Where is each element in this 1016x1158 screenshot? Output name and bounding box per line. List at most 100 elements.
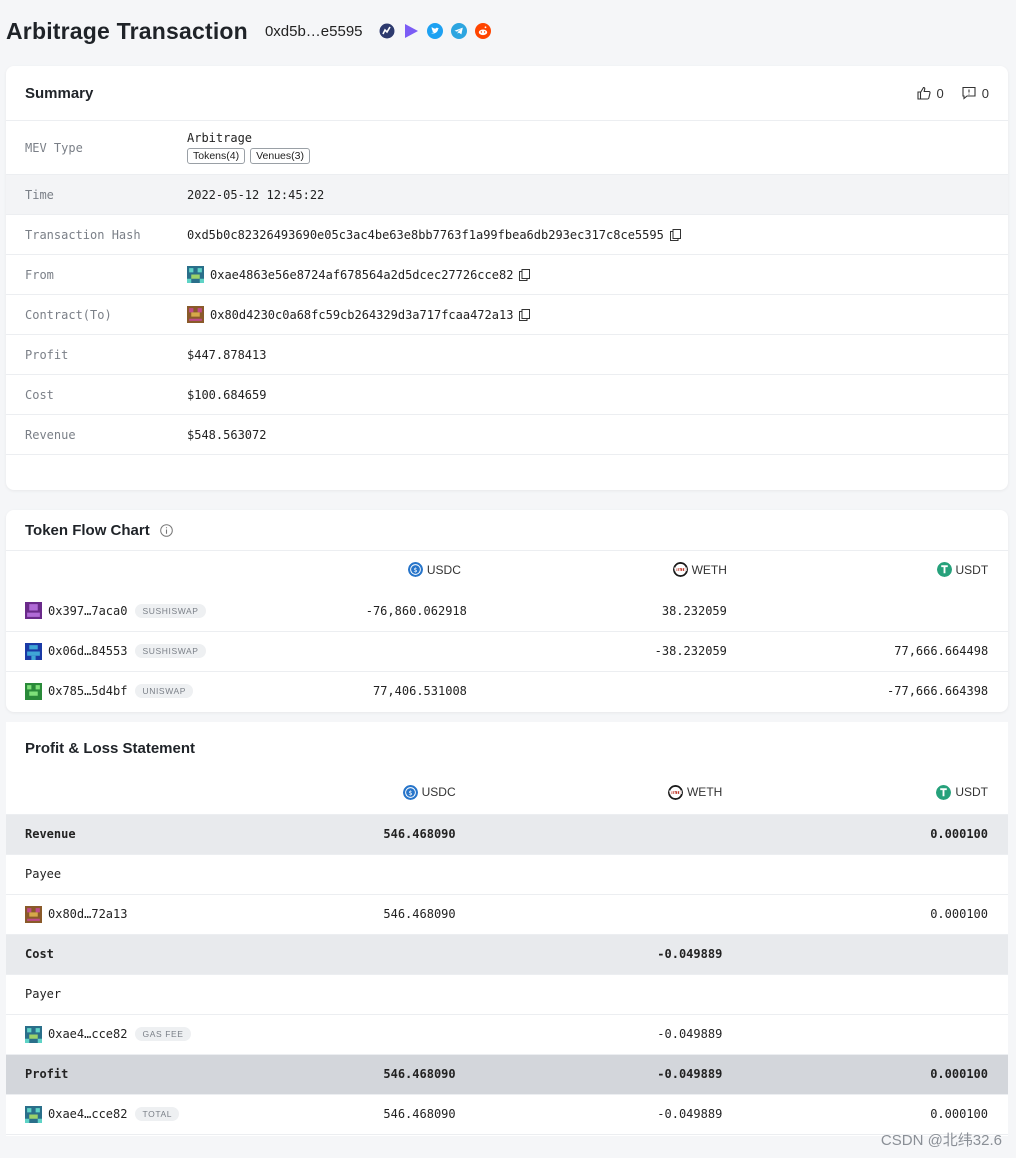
- weth-value: [467, 671, 727, 711]
- pool-address[interactable]: 0x397…7aca0: [48, 604, 127, 618]
- thumbs-up-icon: [916, 86, 931, 100]
- contract-row: Contract(To) 0x80d4230c0a68fc59cb264329d…: [6, 295, 1008, 335]
- token-flow-header: Token Flow Chart: [6, 510, 1008, 551]
- revenue-row: Revenue $548.563072: [6, 415, 1008, 455]
- info-icon[interactable]: [159, 523, 173, 537]
- reaction-counters: 0 0: [916, 85, 989, 101]
- hash-label: Transaction Hash: [25, 227, 141, 242]
- payer-label: Payer: [6, 974, 226, 1015]
- page-header: Arbitrage Transaction 0xd5b…e5595: [6, 14, 491, 48]
- total-avatar: [25, 1105, 42, 1123]
- profit-weth: -0.049889: [455, 1054, 723, 1095]
- like-button[interactable]: 0: [916, 85, 944, 101]
- total-address[interactable]: 0xae4…cce82: [48, 1107, 127, 1121]
- svg-text:$: $: [408, 789, 412, 797]
- pnl-col-usdc: USDC: [421, 785, 456, 800]
- total-usdt: 0.000100: [722, 1094, 988, 1135]
- profit-section-row: Profit 546.468090 -0.049889 0.000100: [6, 1054, 1008, 1095]
- cost-value: $100.684659: [187, 387, 267, 402]
- profit-value: $447.878413: [187, 347, 267, 362]
- token-flow-col-usdt: USDT: [955, 562, 989, 577]
- weth-value: -38.232059: [466, 631, 727, 672]
- revenue-usdt: 0.000100: [722, 814, 988, 855]
- payee-label-row: Payee: [6, 854, 1008, 895]
- summary-card: Summary 0 0 MEV Type Arbitrage Tokens(4)…: [6, 66, 1008, 490]
- total-badge: TOTAL: [135, 1107, 180, 1121]
- pnl-col-usdt: USDT: [955, 785, 988, 800]
- tx-hash-short: 0xd5b…e5595: [264, 22, 363, 40]
- payer-label-row: Payer: [6, 974, 1008, 1015]
- venue-badge: UNISWAP: [135, 684, 194, 699]
- token-flow-title: Token Flow Chart: [25, 521, 150, 539]
- contract-address[interactable]: 0x80d4230c0a68fc59cb264329d3a717fcaa472a…: [210, 308, 513, 322]
- share-icons: [378, 23, 491, 39]
- token-flow-table: $ USDC WETH WETH USDT 0x397…7aca0 SUSHIS…: [6, 551, 1008, 711]
- like-count: 0: [936, 85, 944, 101]
- pool-avatar: [25, 642, 42, 660]
- table-row[interactable]: 0xae4…cce82 GAS FEE -0.049889: [6, 1014, 1008, 1055]
- reddit-icon[interactable]: [474, 23, 491, 39]
- comment-button[interactable]: 0: [962, 86, 989, 101]
- usdc-value: 77,406.531008: [372, 684, 467, 699]
- pool-address[interactable]: 0x06d…84553: [48, 644, 127, 658]
- total-weth: -0.049889: [455, 1094, 723, 1135]
- gas-fee-badge: GAS FEE: [135, 1027, 191, 1041]
- usdt-value: 77,666.664498: [726, 631, 989, 672]
- cost-usdc: [225, 934, 456, 975]
- table-row[interactable]: 0xae4…cce82 TOTAL 546.468090 -0.049889 0…: [6, 1094, 1008, 1135]
- venue-badge: SUSHISWAP: [135, 603, 206, 618]
- payer-usdc: [225, 1014, 456, 1055]
- pnl-table: $ USDC WETH WETH USDT Revenue 546.468090…: [6, 774, 1008, 1135]
- venues-tag[interactable]: Venues(3): [250, 148, 310, 164]
- time-row: Time 2022-05-12 12:45:22: [6, 175, 1008, 215]
- payer-address[interactable]: 0xae4…cce82: [48, 1027, 127, 1041]
- table-row[interactable]: 0x06d…84553 SUSHISWAP -38.232059 77,666.…: [6, 631, 1008, 672]
- summary-header: Summary 0 0: [6, 66, 1008, 121]
- pool-address[interactable]: 0x785…5d4bf: [48, 684, 127, 698]
- cost-section-label: Cost: [6, 934, 226, 975]
- payee-weth: [455, 894, 723, 935]
- payee-usdc: 546.468090: [225, 894, 456, 935]
- page-title: Arbitrage Transaction: [6, 17, 248, 44]
- contract-avatar: [187, 306, 204, 323]
- copy-icon[interactable]: [519, 308, 531, 321]
- usdt-icon: [936, 784, 952, 800]
- tokens-tag[interactable]: Tokens(4): [187, 148, 246, 164]
- from-address[interactable]: 0xae4863e56e8724af678564a2d5dcec27726cce…: [210, 268, 513, 282]
- table-row[interactable]: 0x397…7aca0 SUSHISWAP -76,860.062918 38.…: [6, 591, 1008, 632]
- pnl-title: Profit & Loss Statement: [25, 739, 196, 757]
- copy-icon[interactable]: [519, 268, 531, 281]
- revenue-section-label: Revenue: [6, 814, 226, 855]
- watermark: CSDN @北纬32.6: [880, 1132, 1002, 1149]
- usdt-value: [726, 591, 989, 632]
- twitter-icon[interactable]: [426, 23, 443, 39]
- payee-address[interactable]: 0x80d…72a13: [48, 907, 127, 921]
- telegram-icon[interactable]: [450, 23, 467, 39]
- cost-label: Cost: [25, 387, 54, 402]
- token-flow-col-weth: WETH: [691, 562, 727, 577]
- copy-icon[interactable]: [669, 228, 681, 241]
- from-avatar: [187, 266, 204, 283]
- revenue-weth: [455, 814, 723, 855]
- venue-badge: SUSHISWAP: [135, 644, 206, 658]
- table-row[interactable]: 0x785…5d4bf UNISWAP 77,406.531008 -77,66…: [6, 671, 1008, 711]
- revenue-section-row: Revenue 546.468090 0.000100: [6, 814, 1008, 855]
- profit-usdt: 0.000100: [722, 1054, 988, 1095]
- cost-usdt: [722, 934, 988, 975]
- chart-icon[interactable]: [378, 23, 395, 39]
- contract-label: Contract(To): [25, 307, 112, 322]
- payee-avatar: [25, 905, 42, 923]
- hash-value[interactable]: 0xd5b0c82326493690e05c3ac4be63e8bb7763f1…: [187, 228, 664, 242]
- play-icon[interactable]: [403, 23, 419, 39]
- profit-section-label: Profit: [6, 1054, 226, 1095]
- mev-type-value: Arbitrage: [187, 131, 253, 145]
- from-row: From 0xae4863e56e8724af678564a2d5dcec277…: [6, 255, 1008, 295]
- token-flow-card: Token Flow Chart $ USDC WETH WETH USDT 0…: [6, 510, 1008, 712]
- mev-type-row: MEV Type Arbitrage Tokens(4) Venues(3): [6, 121, 1008, 175]
- mev-type-label: MEV Type: [25, 140, 83, 155]
- pnl-head: $ USDC WETH WETH USDT: [6, 774, 1008, 815]
- time-value: 2022-05-12 12:45:22: [187, 187, 325, 202]
- svg-text:WETH: WETH: [669, 790, 682, 795]
- table-row[interactable]: 0x80d…72a13 546.468090 0.000100: [6, 894, 1008, 935]
- token-flow-head: $ USDC WETH WETH USDT: [6, 551, 1008, 591]
